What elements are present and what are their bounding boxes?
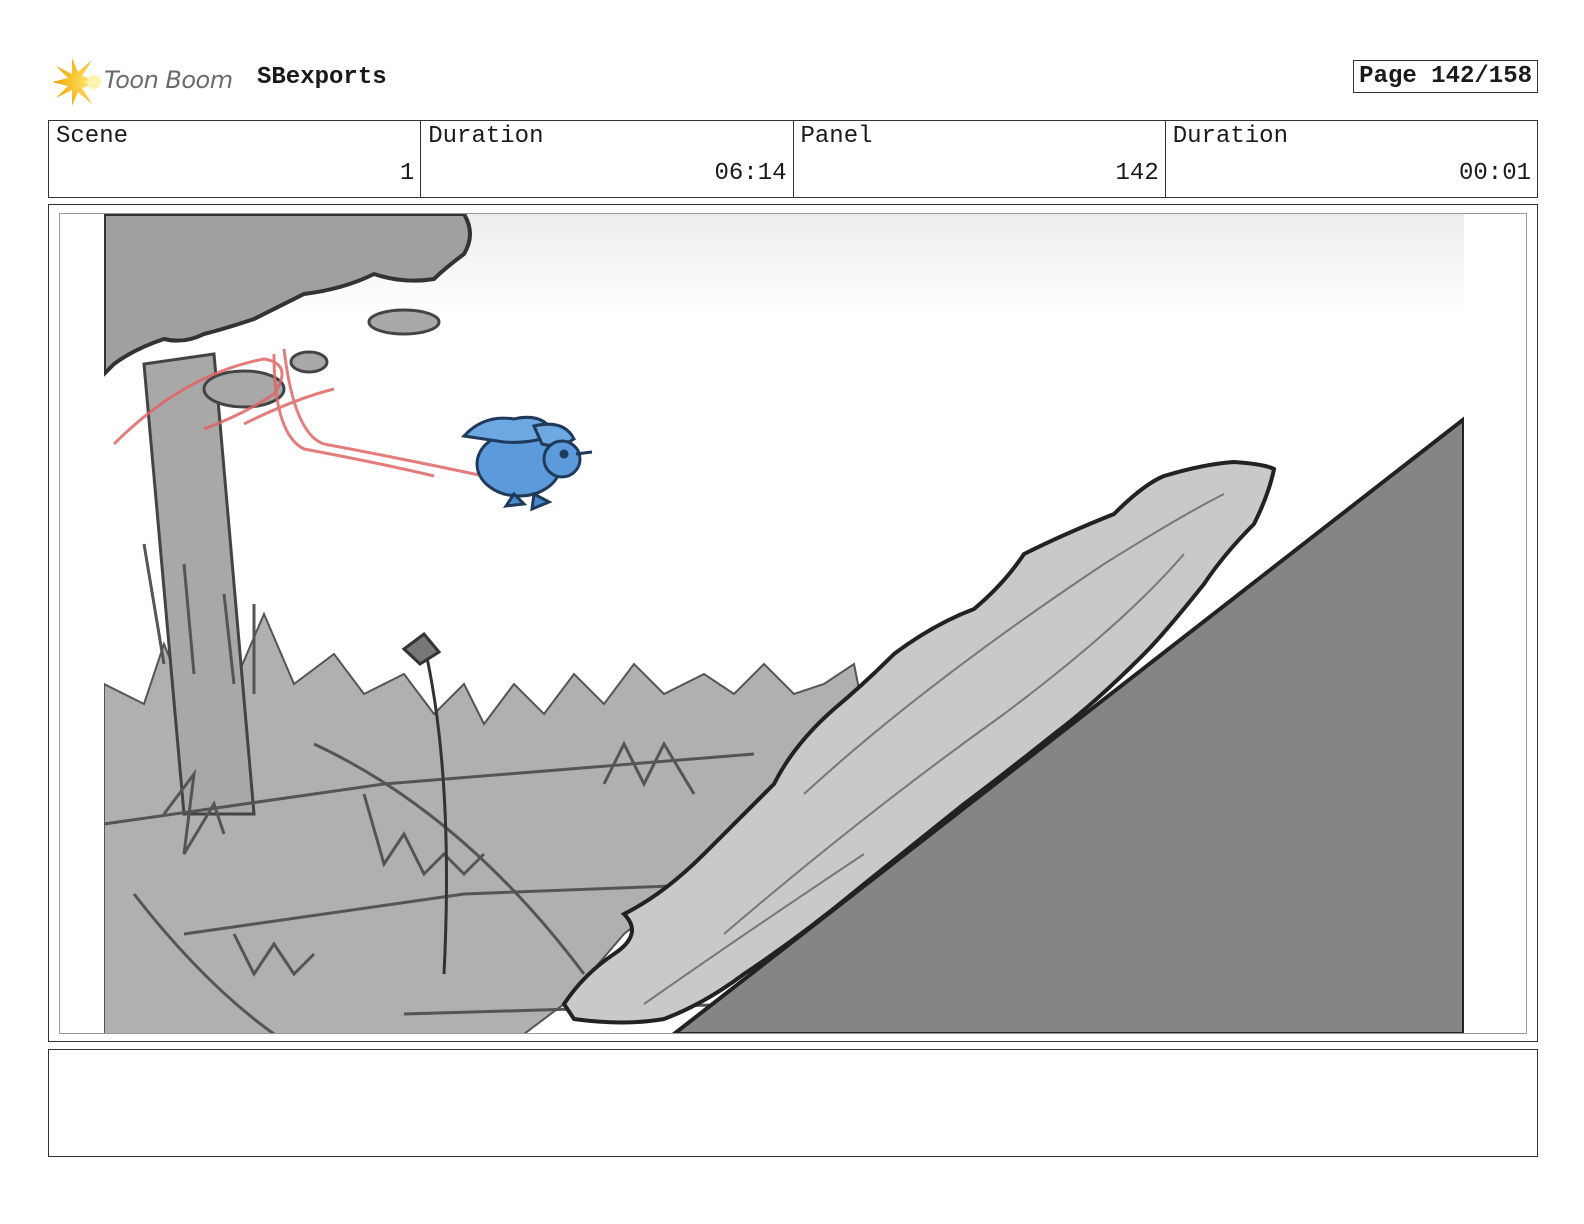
storyboard-panel — [59, 213, 1527, 1034]
starburst-icon — [52, 58, 101, 106]
scene-duration-value: 06:14 — [714, 160, 787, 187]
page-number: Page 142/158 — [1353, 60, 1538, 93]
panel-cell: Panel 142 — [794, 121, 1166, 197]
leaf-clump-2 — [289, 350, 329, 374]
panel-info-bar: Scene 1 Duration 06:14 Panel 142 Duratio… — [48, 120, 1538, 198]
panel-duration-cell: Duration 00:01 — [1166, 121, 1537, 197]
panel-drawing — [104, 214, 1464, 1033]
panel-value: 142 — [1115, 160, 1159, 187]
storyboard-panel-frame — [48, 204, 1538, 1042]
leaf-clump-1 — [367, 308, 441, 336]
brand-name: Toon Boom — [104, 66, 233, 94]
page-header: Toon Boom SBexports Page 142/158 — [52, 56, 1538, 108]
scene-value: 1 — [399, 160, 415, 187]
toon-boom-logo: Toon Boom — [52, 56, 242, 108]
scene-duration-label: Duration — [428, 123, 544, 150]
leaf-clump-3 — [202, 369, 286, 409]
project-title: SBexports — [257, 64, 387, 91]
panel-duration-value: 00:01 — [1458, 160, 1531, 187]
scene-label: Scene — [56, 123, 129, 150]
panel-label: Panel — [800, 123, 873, 150]
scene-duration-cell: Duration 06:14 — [421, 121, 794, 197]
panel-duration-label: Duration — [1172, 123, 1288, 150]
panel-notes-box — [48, 1049, 1538, 1157]
scene-cell: Scene 1 — [49, 121, 422, 197]
